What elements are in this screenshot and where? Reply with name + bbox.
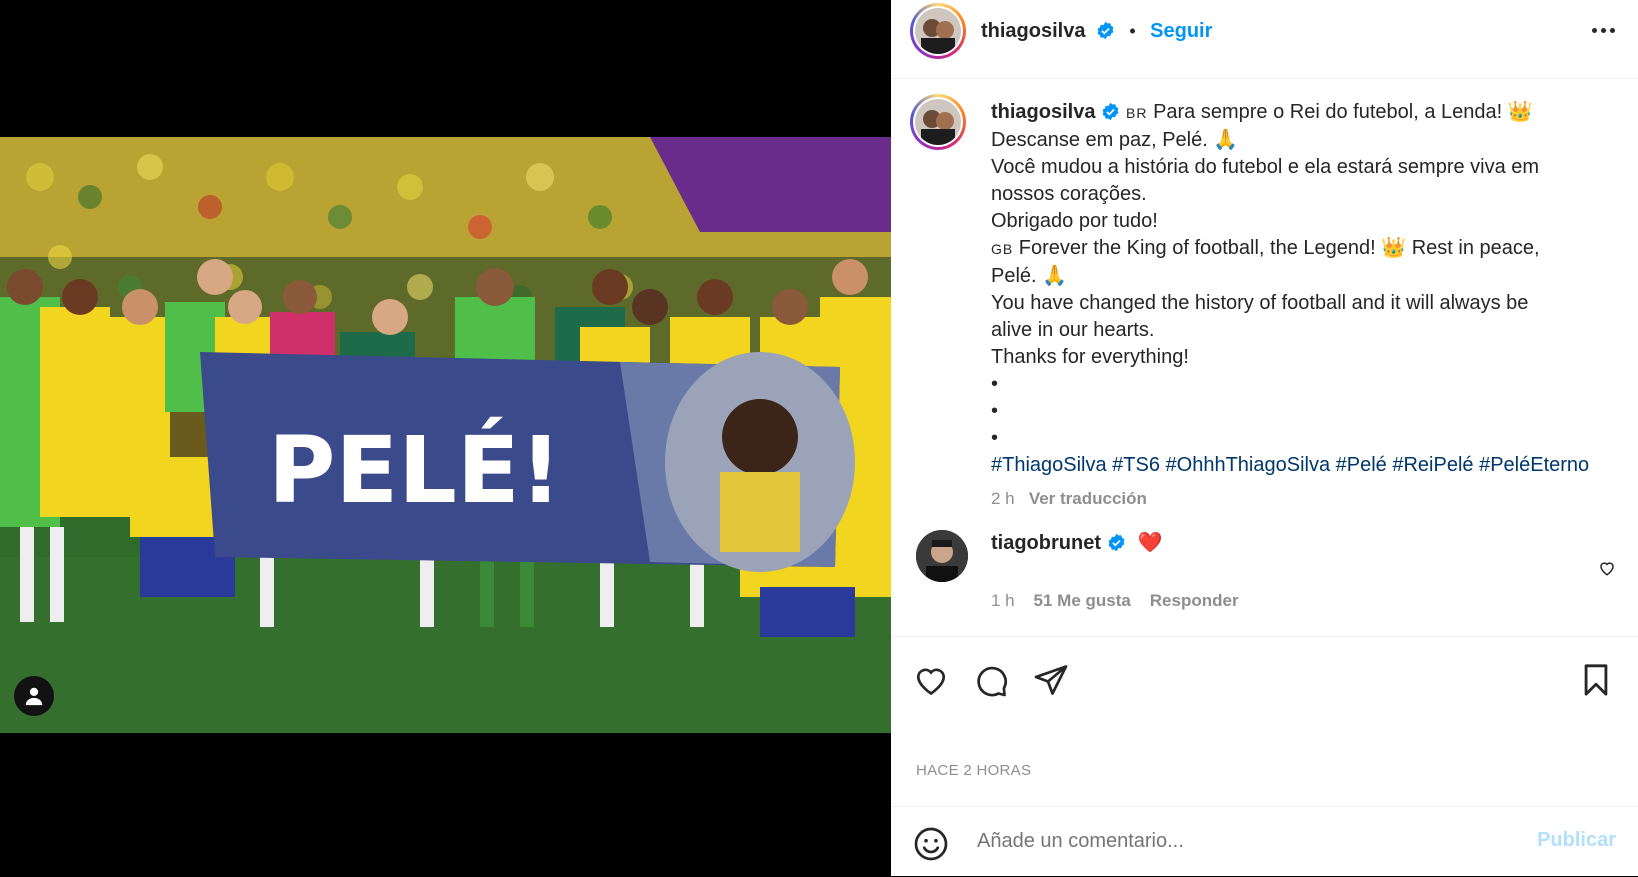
comment-like-button[interactable] xyxy=(1598,559,1616,582)
bookmark-icon xyxy=(1584,664,1608,696)
commenter-avatar[interactable] xyxy=(916,530,968,582)
like-button[interactable] xyxy=(911,660,951,700)
flag-br: BR xyxy=(1126,105,1148,121)
author-avatar[interactable] xyxy=(910,3,966,59)
caption-line: Obrigado por tudo! xyxy=(991,210,1158,232)
caption-bullet: • xyxy=(991,373,999,395)
comment-button[interactable] xyxy=(971,660,1011,700)
more-options-icon[interactable] xyxy=(1592,28,1615,33)
author-username[interactable]: thiagosilva xyxy=(981,20,1085,42)
comment-text: ❤️ xyxy=(1137,532,1163,554)
caption-bullet: • xyxy=(991,400,999,422)
heart-icon xyxy=(916,668,946,696)
emoji-button[interactable] xyxy=(913,826,949,867)
user-tag-button[interactable] xyxy=(14,676,54,716)
caption-line: alive in our hearts. xyxy=(991,319,1155,341)
comment-input[interactable] xyxy=(975,829,1499,854)
emoji-icon xyxy=(914,827,948,861)
publish-button[interactable]: Publicar xyxy=(1537,829,1616,852)
add-comment-bar: Publicar xyxy=(891,806,1638,877)
follow-button[interactable]: Seguir xyxy=(1150,20,1212,42)
caption-hashtags[interactable]: #ThiagoSilva #TS6 #OhhhThiagoSilva #Pelé… xyxy=(991,452,1611,479)
user-tag-icon xyxy=(25,687,43,706)
caption-line: Descanse em paz, Pelé. 🙏 xyxy=(991,129,1239,151)
flag-gb: GB xyxy=(991,241,1014,257)
caption-line: Você mudou a história do futebol e ela e… xyxy=(991,156,1540,178)
caption-line: Para sempre o Rei do futebol, a Lenda! 👑 xyxy=(1153,101,1533,123)
caption-bullet: • xyxy=(991,427,999,449)
caption-author-username[interactable]: thiagosilva xyxy=(991,101,1095,123)
divider xyxy=(891,636,1638,637)
save-button[interactable] xyxy=(1576,660,1616,700)
banner-text: PELÉ! xyxy=(268,416,562,524)
post-actions xyxy=(891,660,1638,710)
comment-likes[interactable]: 51 Me gusta xyxy=(1034,591,1131,610)
post-panel: thiagosilva • Seguir thiagosilva BR Para… xyxy=(891,0,1638,876)
comment-time: 1 h xyxy=(991,591,1015,610)
post-header: thiagosilva • Seguir xyxy=(891,0,1638,79)
verified-badge-icon xyxy=(1101,102,1120,121)
share-button[interactable] xyxy=(1031,660,1071,700)
caption-line: nossos corações. xyxy=(991,183,1147,205)
comment-icon xyxy=(977,666,1007,697)
caption-time: 2 h xyxy=(991,489,1015,508)
share-icon xyxy=(1034,665,1068,695)
caption-line: Thanks for everything! xyxy=(991,346,1189,368)
caption-line: Forever the King of football, the Legend… xyxy=(1018,237,1540,259)
verified-badge-icon xyxy=(1096,21,1115,40)
verified-badge-icon xyxy=(1107,533,1126,552)
post-timestamp: HACE 2 HORAS xyxy=(916,762,1032,779)
caption-line: You have changed the history of football… xyxy=(991,292,1529,314)
post-caption: thiagosilva BR Para sempre o Rei do fute… xyxy=(991,99,1611,512)
comments-section: thiagosilva BR Para sempre o Rei do fute… xyxy=(891,79,1638,636)
translate-link[interactable]: Ver traducción xyxy=(1029,489,1147,508)
reply-button[interactable]: Responder xyxy=(1150,591,1239,610)
commenter-username[interactable]: tiagobrunet xyxy=(991,532,1101,554)
separator-dot: • xyxy=(1129,21,1136,41)
heart-icon xyxy=(1600,562,1614,576)
post-media: PELÉ! xyxy=(0,0,891,876)
caption-author-avatar[interactable] xyxy=(910,94,966,150)
post-photo[interactable]: PELÉ! xyxy=(0,137,891,733)
caption-line: Pelé. 🙏 xyxy=(991,265,1068,287)
